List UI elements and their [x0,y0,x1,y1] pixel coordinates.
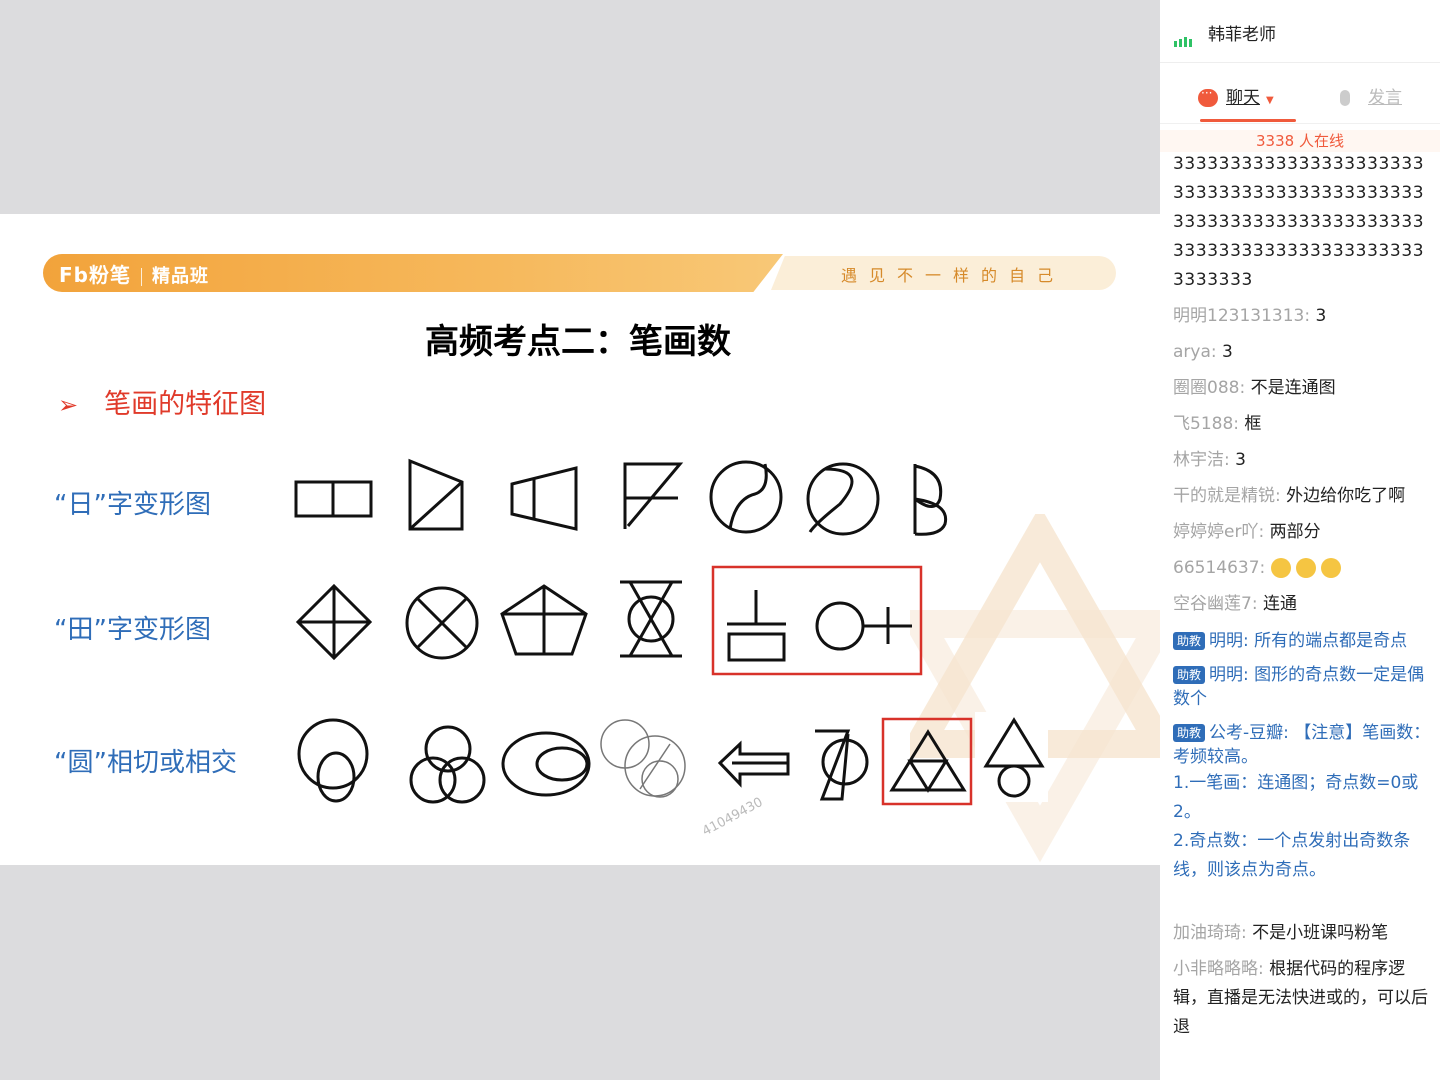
list-item: arya: 3 [1173,342,1233,362]
fig-arrow-lines [717,740,790,788]
list-item: 干的就是精锐: 外边给你吃了啊 [1173,486,1406,506]
fig-tian-gu [727,590,786,662]
teacher-name: 韩菲老师 [1208,25,1276,45]
assistant-badge: 助教 [1173,724,1206,742]
tab-indicator [1200,119,1296,122]
fig-circle-two [297,718,369,803]
fig-triangle-circle [975,712,1048,802]
assistant-badge: 助教 [1173,632,1206,650]
caret-down-icon: ▼ [1266,95,1274,106]
microphone-icon [1340,90,1350,106]
list-item: 飞5188: 框 [1173,414,1262,434]
emoji-nerd-icon [1320,558,1341,578]
chat-bubble-icon [1198,86,1218,107]
fig-ri-circle-hook [806,462,880,536]
assistant-badge: 助教 [1173,666,1206,684]
emoji-nerd-icon [1270,558,1291,578]
tab-chat[interactable]: 聊天▼ [1198,83,1274,108]
list-item: 圈圈088: 不是连通图 [1173,378,1336,398]
video-stage: Fb粉笔 精品班 遇见不一样的自己 高频考点二：笔画数 ➢ 笔画的特征图 “日”字变… [0,0,1160,1080]
fig-tian-diamond [295,583,373,661]
fig-circle-triangle [815,729,869,801]
fig-triforce [889,729,967,793]
assistant-message: 助教 公考-豆瓣: 【注意】笔画数：考频较高。 [1173,723,1431,767]
tab-bar: 聊天▼ 发言 [1160,63,1440,124]
assistant-message: 助教 明明: 图形的奇点数一定是偶数个 [1173,665,1425,709]
signal-icon [1174,28,1194,47]
panel-header: 韩菲老师 [1160,0,1440,63]
fig-circle-faint [600,719,686,798]
fig-ellipse-nested [501,731,591,797]
list-item: 明明123131313: 3 [1173,306,1327,326]
fig-tian-x-circle [620,580,682,658]
list-item: 空谷幽莲7: 连通 [1173,594,1297,614]
list-item: 婷婷婷er吖: 两部分 [1173,522,1321,542]
assistant-message: 助教 明明: 所有的端点都是奇点 [1173,629,1431,653]
fig-circle-three [409,725,486,804]
fig-ri-trapezoid [408,458,464,531]
list-item: 3333333333333333333333333333333333333333… [1173,154,1425,290]
fig-ri-rect [294,480,373,518]
fig-ri-b [913,464,948,536]
fig-ri-circle-s [709,460,783,534]
list-item: 小非略略略: 根据代码的程序逻辑，直播是无法快进或的，可以后退 [1173,959,1428,1037]
emoji-nerd-icon [1295,558,1316,578]
list-item: 66514637: [1173,554,1431,583]
list-item: 加油琦琦: 不是小班课吗粉笔 [1173,923,1389,943]
fig-ri-frustum [510,466,578,531]
fig-tian-pentagon [500,584,588,656]
chat-panel: 韩菲老师 聊天▼ 发言 3338 人在线 3333333333333333333… [1160,0,1440,1080]
assistant-line: 2.奇点数：一个点发射出奇数条线，则该点为奇点。 [1173,831,1411,880]
figure-area [294,458,1048,806]
list-item: 林宇洁: 3 [1173,450,1246,470]
online-count: 3338 人在线 [1160,130,1440,152]
slide: Fb粉笔 精品班 遇见不一样的自己 高频考点二：笔画数 ➢ 笔画的特征图 “日”字变… [0,214,1160,865]
assistant-line: 1.一笔画：连通图；奇点数=0或2。 [1173,773,1419,822]
fig-tian-circle-x [405,586,479,660]
tab-speak[interactable]: 发言 [1340,83,1402,108]
fig-ri-flag [623,462,684,529]
message-list[interactable]: 3333333333333333333333333333333333333333… [1173,150,1431,1042]
fig-tian-circle-plus [815,601,912,651]
